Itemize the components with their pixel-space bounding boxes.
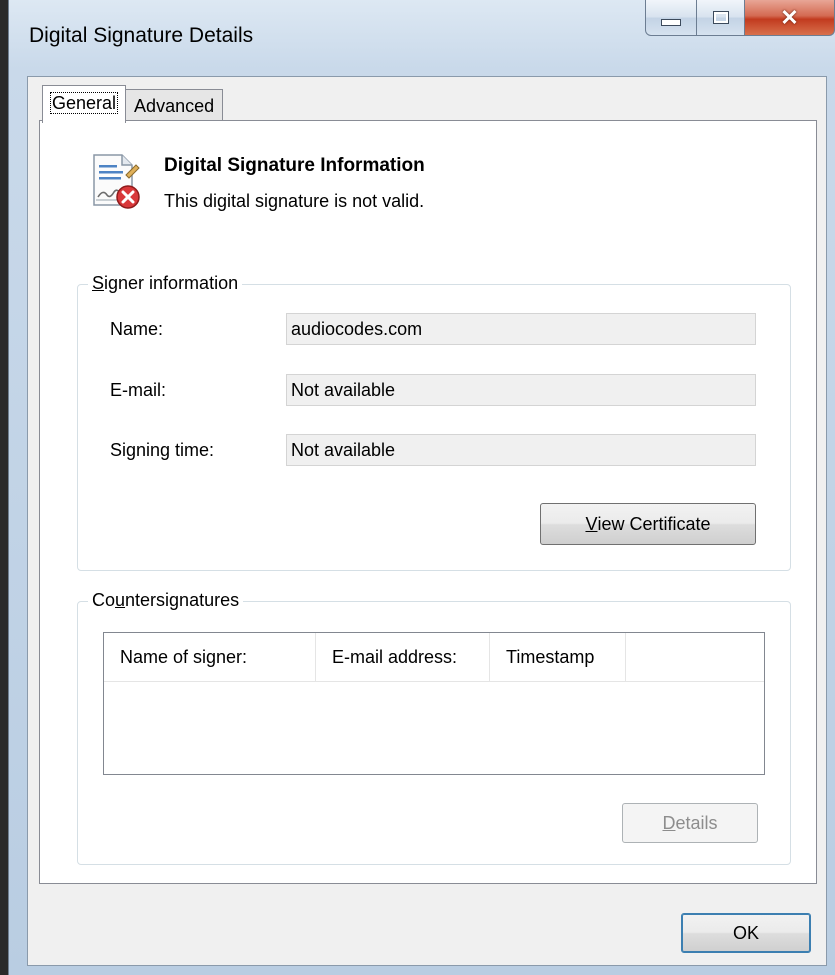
- tab-advanced[interactable]: Advanced: [125, 89, 224, 123]
- column-timestamp[interactable]: Timestamp: [490, 633, 626, 681]
- invalid-signature-icon: [93, 154, 140, 209]
- column-name-of-signer[interactable]: Name of signer:: [104, 633, 316, 681]
- title-bar[interactable]: Digital Signature Details ✕: [9, 0, 835, 80]
- maximize-icon: [712, 11, 729, 24]
- tab-general[interactable]: General: [42, 85, 127, 123]
- view-certificate-button[interactable]: View Certificate: [540, 503, 756, 545]
- signature-status-text: This digital signature is not valid.: [164, 191, 425, 211]
- dialog-client-area: General Advanced Digital Signature Infor…: [27, 76, 827, 966]
- tab-strip: General Advanced: [42, 83, 224, 123]
- window-title: Digital Signature Details: [29, 24, 254, 47]
- name-label: Name:: [110, 319, 164, 339]
- email-field[interactable]: Not available: [286, 374, 756, 406]
- email-label: E-mail:: [110, 380, 167, 400]
- close-button[interactable]: ✕: [745, 0, 835, 36]
- minimize-icon: [661, 19, 681, 26]
- ok-button[interactable]: OK: [681, 913, 811, 953]
- signing-time-field[interactable]: Not available: [286, 434, 756, 466]
- signing-time-label: Signing time:: [110, 440, 215, 460]
- countersignatures-list[interactable]: Name of signer: E-mail address: Timestam…: [103, 632, 765, 775]
- signer-information-group: Signer information Name: audiocodes.com …: [77, 273, 791, 571]
- tab-general-label: General: [49, 92, 119, 114]
- countersignatures-group: Countersignatures Name of signer: E-mail…: [77, 590, 791, 865]
- signer-group-label: Signer information: [88, 273, 243, 294]
- minimize-button[interactable]: [645, 0, 697, 36]
- close-icon: ✕: [780, 4, 799, 30]
- dialog-window: Digital Signature Details ✕ General Adva…: [8, 0, 835, 975]
- details-button[interactable]: Details: [622, 803, 758, 843]
- tab-advanced-label: Advanced: [134, 96, 215, 116]
- caption-buttons: ✕: [645, 0, 835, 38]
- column-email-address[interactable]: E-mail address:: [316, 633, 490, 681]
- general-tab-panel: Digital Signature Information This digit…: [39, 120, 817, 884]
- list-header: Name of signer: E-mail address: Timestam…: [104, 633, 764, 682]
- maximize-button[interactable]: [697, 0, 745, 36]
- signature-info-title: Digital Signature Information: [164, 155, 425, 176]
- name-field[interactable]: audiocodes.com: [286, 313, 756, 345]
- countersignatures-group-label: Countersignatures: [88, 590, 244, 611]
